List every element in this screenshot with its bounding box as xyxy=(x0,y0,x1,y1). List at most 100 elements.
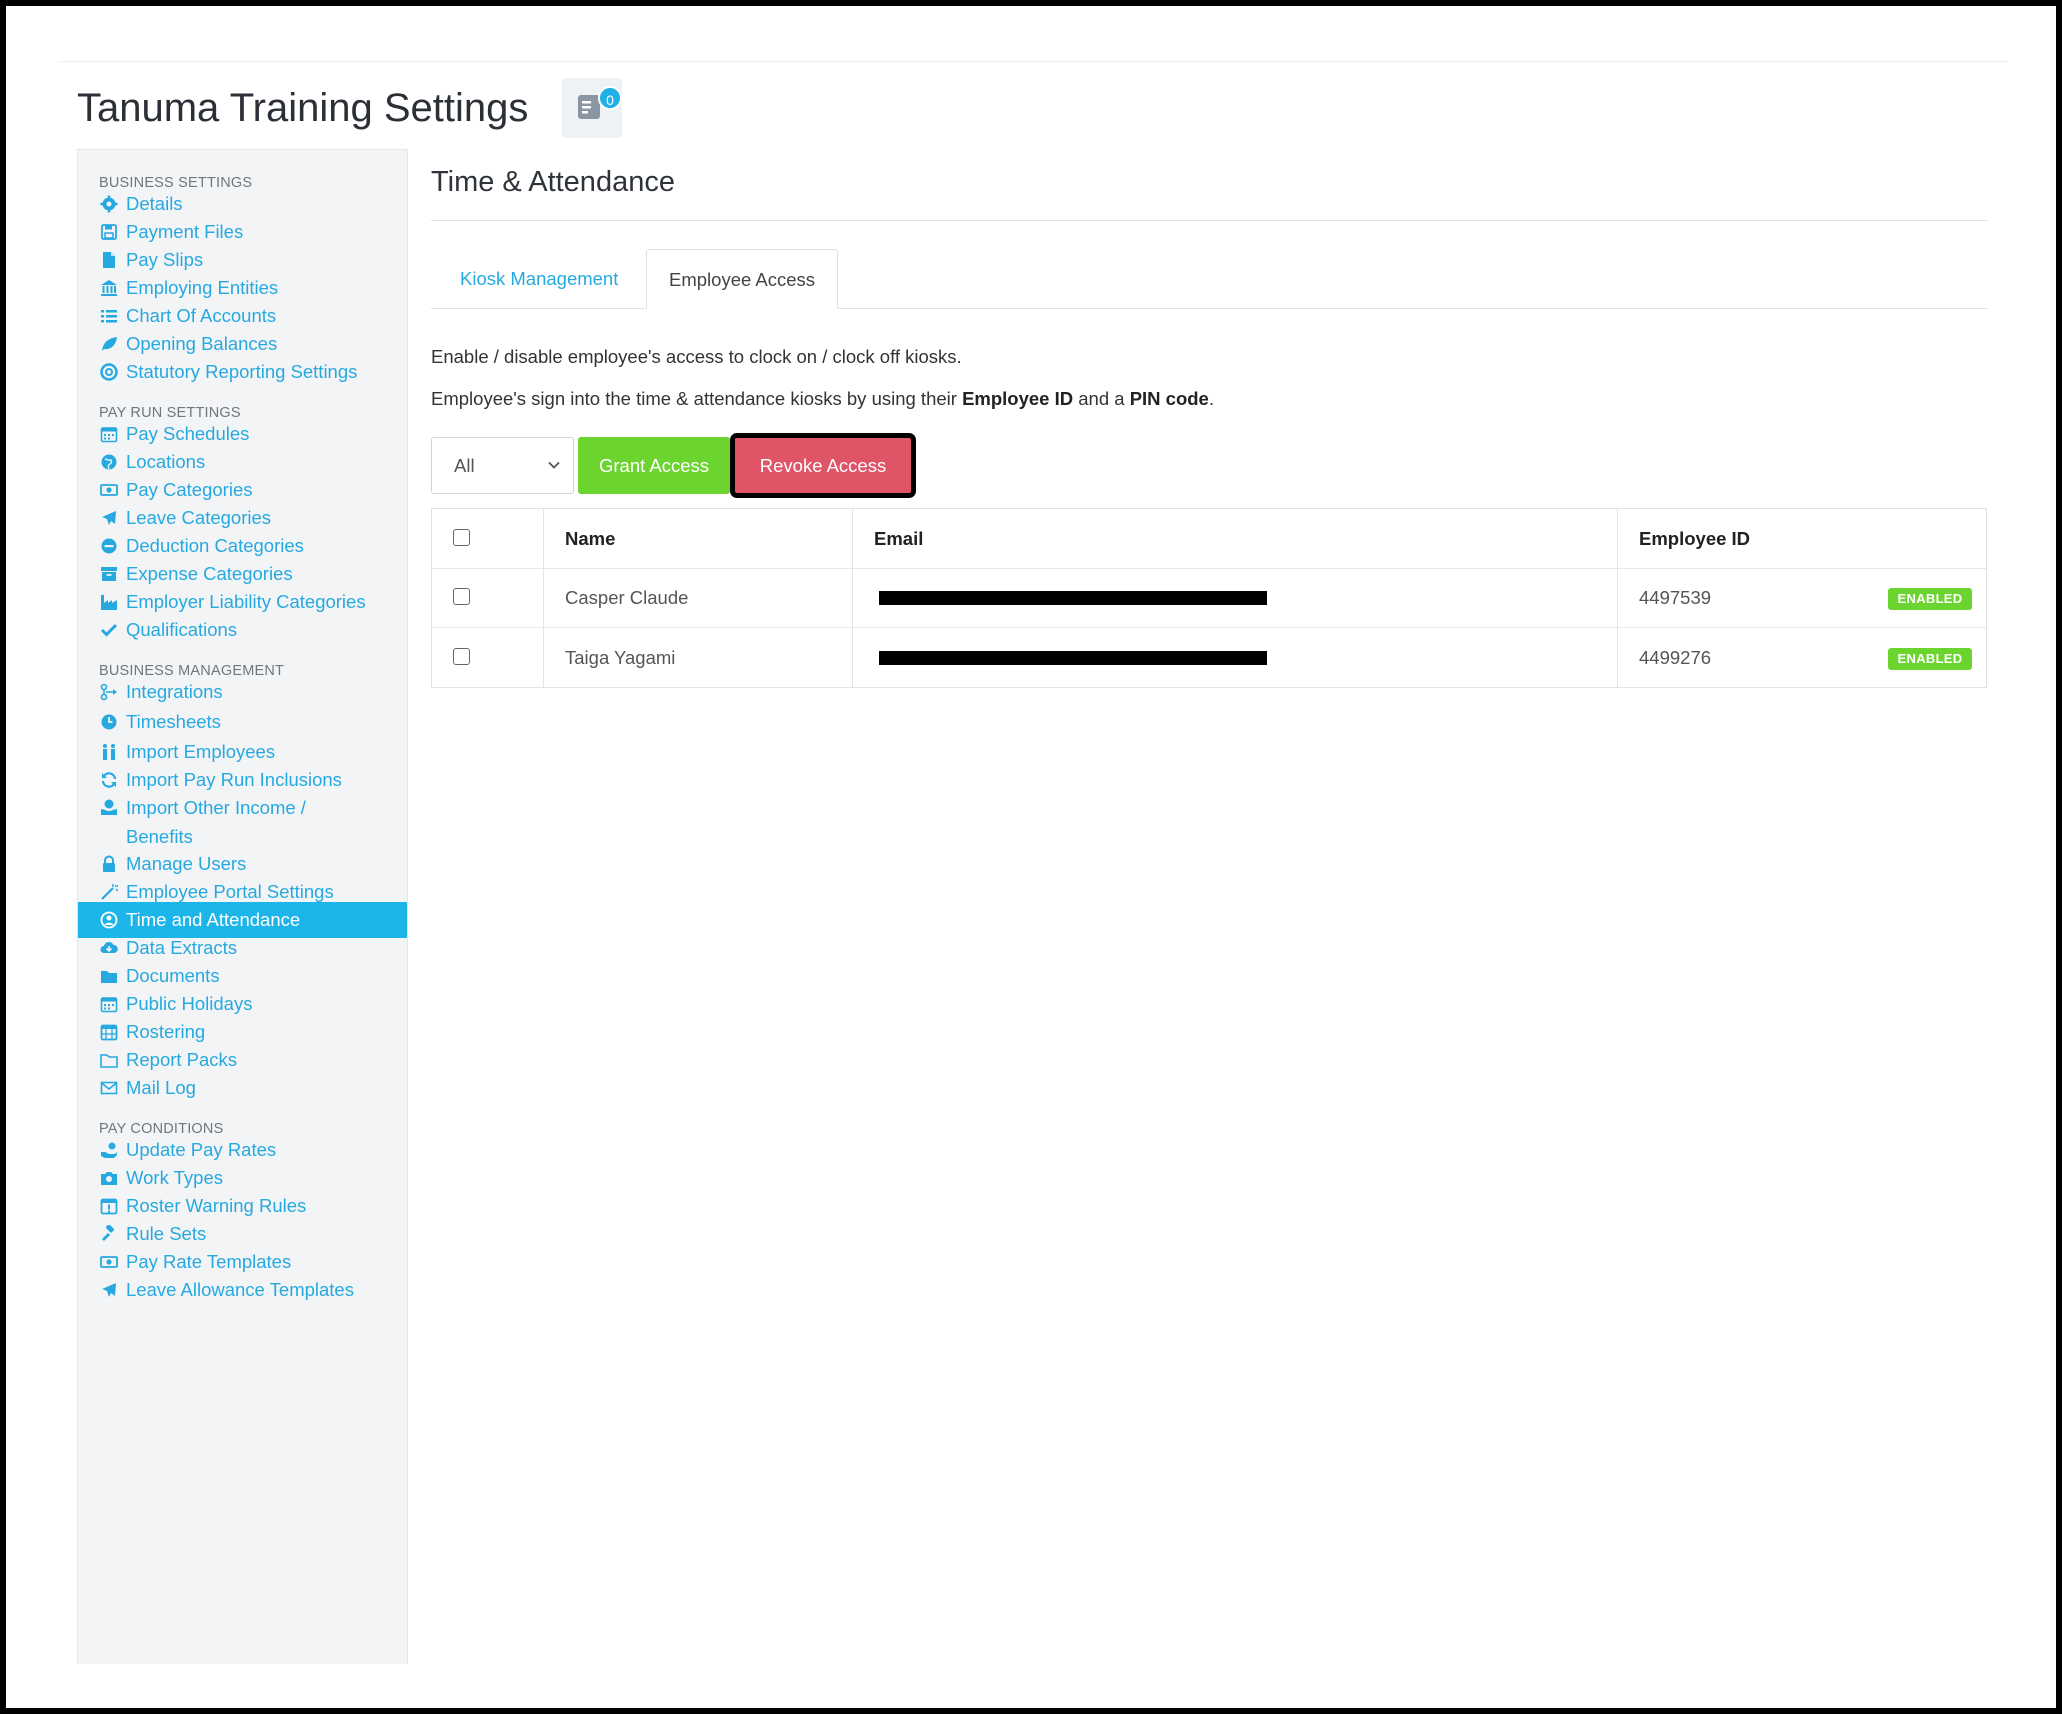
status-badge: ENABLED xyxy=(1888,648,1972,670)
sidebar-item-label: Import Pay Run Inclusions xyxy=(126,769,342,790)
notifications-button[interactable]: 0 xyxy=(562,78,622,138)
file-icon xyxy=(100,251,118,269)
column-header-employee-id: Employee ID xyxy=(1639,528,1751,549)
tab-employee-access[interactable]: Employee Access xyxy=(646,249,839,309)
money-icon xyxy=(100,481,118,499)
plane-icon xyxy=(100,509,118,527)
row-checkbox[interactable] xyxy=(453,588,470,605)
sidebar-item-label: Manage Users xyxy=(126,853,247,874)
description-text: Enable / disable employee's access to cl… xyxy=(431,346,962,367)
grant-access-button[interactable]: Grant Access xyxy=(578,437,730,494)
sidebar-item-label: Leave Allowance Templates xyxy=(126,1279,354,1300)
archive-icon xyxy=(100,565,118,583)
sidebar-item-mail-log[interactable]: Mail Log xyxy=(78,1070,407,1106)
table-row: Taiga Yagami 4499276 ENABLED xyxy=(432,628,1986,688)
calendar-alert-icon xyxy=(100,1197,118,1215)
sidebar-item-label: Pay Categories xyxy=(126,479,253,500)
bank-icon xyxy=(100,279,118,297)
status-badge: ENABLED xyxy=(1888,588,1972,610)
lifebuoy-icon xyxy=(100,363,118,381)
sidebar-item-label: Deduction Categories xyxy=(126,535,304,556)
sidebar-item-label: Qualifications xyxy=(126,619,238,640)
sidebar-item-statutory-reporting-settings[interactable]: Statutory Reporting Settings xyxy=(78,354,407,390)
settings-sidebar: BUSINESS SETTINGS Details Payment Files … xyxy=(77,149,408,1664)
check-icon xyxy=(100,621,118,639)
sidebar-item-label: Timesheets xyxy=(126,711,221,732)
employee-id: 4499276 xyxy=(1639,647,1712,668)
gear-icon xyxy=(100,195,118,213)
sidebar-item-label: Pay Rate Templates xyxy=(126,1251,292,1272)
sidebar-item-label: Opening Balances xyxy=(126,333,278,354)
notification-count-badge: 0 xyxy=(598,86,622,110)
leaf-icon xyxy=(100,335,118,353)
table-header-row: Name Email Employee ID xyxy=(432,509,1986,569)
column-header-email: Email xyxy=(874,528,924,549)
sidebar-item-label: Integrations xyxy=(126,681,223,702)
sidebar-item-label: Data Extracts xyxy=(126,937,238,958)
benefits-icon xyxy=(100,798,118,816)
employee-access-table: Name Email Employee ID Casper Claude 449… xyxy=(431,508,1987,688)
sidebar-item-label: Rostering xyxy=(126,1021,206,1042)
calendar-icon xyxy=(100,425,118,443)
redacted-email xyxy=(879,651,1267,665)
industry-icon xyxy=(100,593,118,611)
column-header-name: Name xyxy=(565,528,616,549)
sidebar-item-label: Locations xyxy=(126,451,206,472)
cloud-download-icon xyxy=(100,939,118,957)
sidebar-item-label: Import Employees xyxy=(126,741,276,762)
redacted-email xyxy=(879,591,1267,605)
sidebar-item-label: Details xyxy=(126,193,183,214)
sidebar-item-label: Statutory Reporting Settings xyxy=(126,361,358,382)
sidebar-item-import-other-income-benefits[interactable]: Import Other Income / Benefits xyxy=(78,790,407,854)
top-divider xyxy=(58,61,2008,62)
sidebar-item-qualifications[interactable]: Qualifications xyxy=(78,612,407,648)
sidebar-item-label: Payment Files xyxy=(126,221,244,242)
sidebar-item-label: Report Packs xyxy=(126,1049,238,1070)
app-frame: Tanuma Training Settings 0 BUSINESS SETT… xyxy=(6,6,2056,1708)
description-bold-pin-code: PIN code xyxy=(1129,388,1209,409)
calendar-icon xyxy=(100,995,118,1013)
employee-id: 4497539 xyxy=(1639,587,1712,608)
sidebar-item-label: Roster Warning Rules xyxy=(126,1195,307,1216)
calendar-grid-icon xyxy=(100,1023,118,1041)
tab-kiosk-management[interactable]: Kiosk Management xyxy=(438,249,640,309)
description-sign-in-text: Employee's sign into the time & attendan… xyxy=(431,388,1214,410)
clock-icon xyxy=(100,713,118,731)
gavel-icon xyxy=(100,1225,118,1243)
user-circle-icon xyxy=(100,911,118,929)
sidebar-item-label: Pay Schedules xyxy=(126,423,250,444)
description-bold-employee-id: Employee ID xyxy=(962,388,1074,409)
row-checkbox[interactable] xyxy=(453,648,470,665)
sidebar-item-label: Employer Liability Categories xyxy=(126,591,366,612)
sidebar-item-leave-allowance-templates[interactable]: Leave Allowance Templates xyxy=(78,1272,407,1308)
sidebar-item-label: Mail Log xyxy=(126,1077,196,1098)
description-prefix: Employee's sign into the time & attendan… xyxy=(431,388,963,409)
sidebar-item-label: Chart Of Accounts xyxy=(126,305,277,326)
folder-open-icon xyxy=(100,1051,118,1069)
sidebar-item-label: Employee Portal Settings xyxy=(126,881,334,902)
filter-selected-value: All xyxy=(454,455,475,476)
revoke-access-button[interactable]: Revoke Access xyxy=(730,433,916,498)
camera-icon xyxy=(100,1169,118,1187)
sidebar-item-label: Pay Slips xyxy=(126,249,204,270)
sidebar-item-label: Documents xyxy=(126,965,220,986)
chevron-down-icon xyxy=(548,461,560,469)
sidebar-item-label: Time and Attendance xyxy=(126,909,301,930)
list-icon xyxy=(100,307,118,325)
wand-icon xyxy=(100,883,118,901)
refresh-icon xyxy=(100,771,118,789)
sidebar-item-label: Leave Categories xyxy=(126,507,272,528)
select-all-checkbox[interactable] xyxy=(453,529,470,546)
status-filter-select[interactable]: All xyxy=(431,437,574,494)
sidebar-item-label: Update Pay Rates xyxy=(126,1139,277,1160)
description-middle: and a xyxy=(1073,388,1130,409)
hand-money-icon xyxy=(100,1141,118,1159)
folder-icon xyxy=(100,967,118,985)
minus-circle-icon xyxy=(100,537,118,555)
sidebar-item-label: Employing Entities xyxy=(126,277,279,298)
envelope-icon xyxy=(100,1079,118,1097)
sidebar-item-label: Public Holidays xyxy=(126,993,253,1014)
employee-name: Casper Claude xyxy=(565,587,689,608)
integration-icon xyxy=(100,683,118,701)
globe-icon xyxy=(100,453,118,471)
